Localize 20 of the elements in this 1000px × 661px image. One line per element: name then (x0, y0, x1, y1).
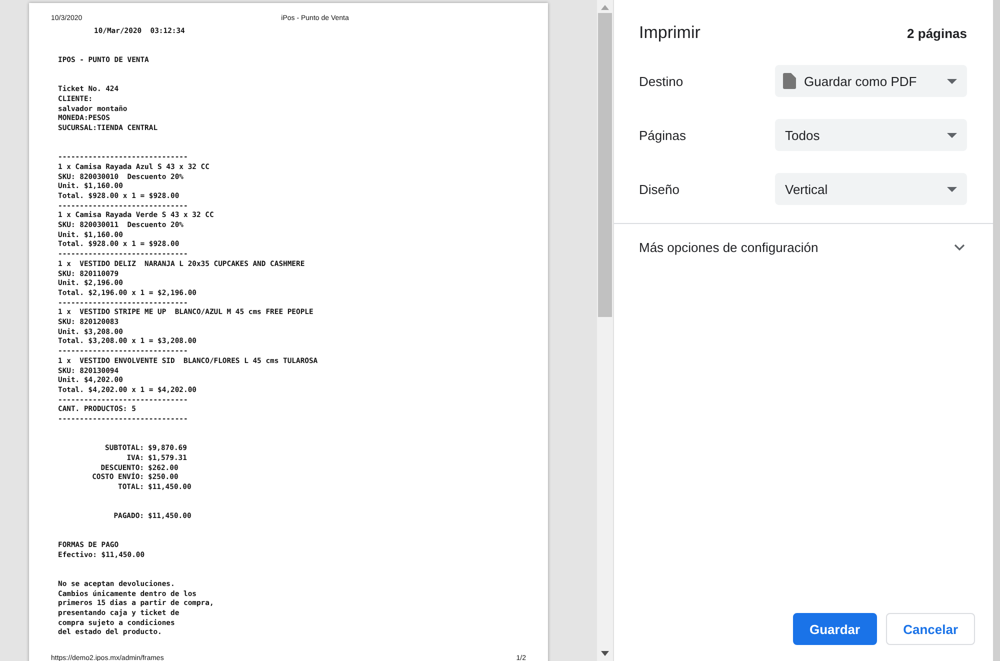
document-icon (783, 73, 796, 89)
dropdown-caret-icon (947, 186, 957, 192)
chevron-icon (954, 244, 965, 251)
setting-dropdown[interactable]: Todos (775, 119, 967, 151)
scrollbar-thumb[interactable] (598, 13, 612, 317)
panel-title: Imprimir (639, 23, 700, 43)
setting-dropdown[interactable]: Guardar como PDF (775, 65, 967, 97)
setting-label: Destino (639, 74, 684, 88)
scroll-up-icon[interactable] (601, 5, 609, 10)
save-button[interactable]: Guardar (792, 613, 878, 645)
dropdown-caret-icon (947, 132, 957, 138)
scrollbar[interactable] (597, 0, 613, 661)
scroll-down-icon[interactable] (601, 651, 609, 656)
setting-dropdown[interactable]: Vertical (775, 173, 967, 205)
dropdown-caret-icon (947, 78, 957, 84)
setting-label: Páginas (639, 128, 686, 142)
setting-label: Diseño (639, 182, 680, 196)
page-count: 2 páginas (907, 26, 967, 40)
cancel-button[interactable]: Cancelar (886, 613, 975, 645)
more-options-toggle[interactable]: Más opciones de configuración (614, 224, 973, 255)
